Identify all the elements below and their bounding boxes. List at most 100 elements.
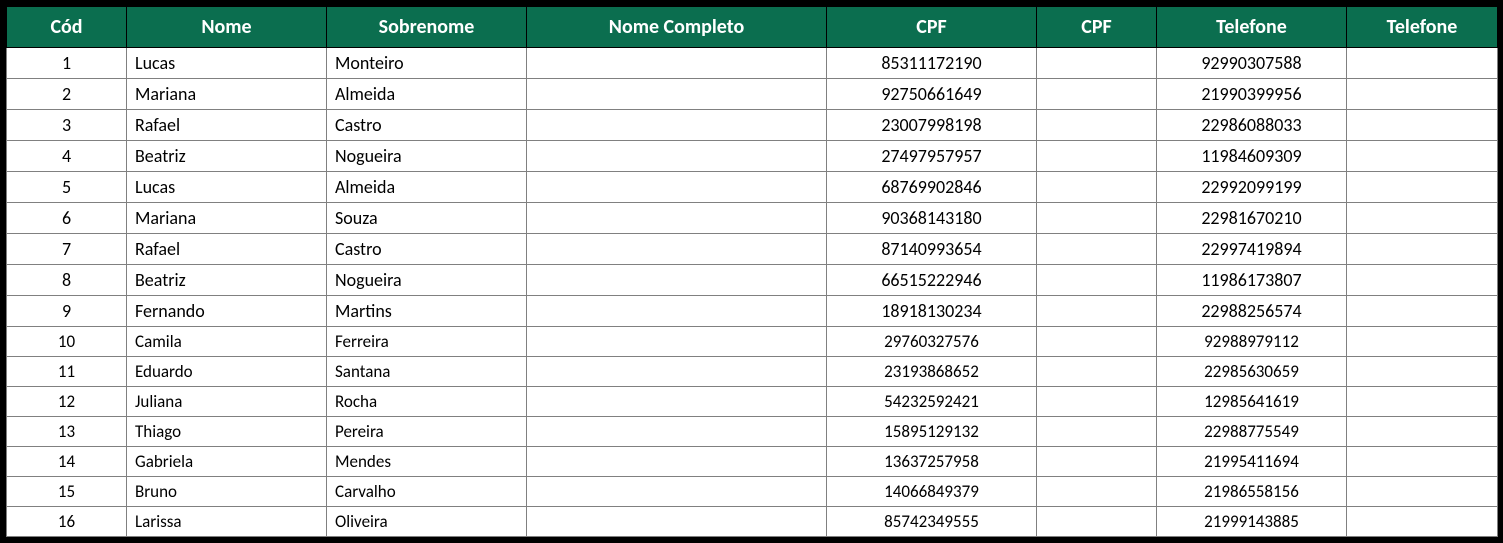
- cell-cod[interactable]: 14: [7, 447, 127, 477]
- cell-nome[interactable]: Mariana: [127, 203, 327, 234]
- cell-telefone-1[interactable]: 92990307588: [1157, 48, 1347, 79]
- cell-nome[interactable]: Gabriela: [127, 447, 327, 477]
- cell-nome[interactable]: Camila: [127, 327, 327, 357]
- cell-cpf-1[interactable]: 14066849379: [827, 477, 1037, 507]
- header-nome[interactable]: Nome: [127, 7, 327, 48]
- cell-cpf-1[interactable]: 15895129132: [827, 417, 1037, 447]
- cell-cpf-1[interactable]: 85742349555: [827, 507, 1037, 537]
- cell-nome-completo[interactable]: [527, 79, 827, 110]
- cell-cpf-2[interactable]: [1037, 79, 1157, 110]
- cell-cpf-1[interactable]: 90368143180: [827, 203, 1037, 234]
- cell-cpf-2[interactable]: [1037, 110, 1157, 141]
- cell-nome-completo[interactable]: [527, 357, 827, 387]
- cell-telefone-1[interactable]: 22985630659: [1157, 357, 1347, 387]
- cell-cpf-1[interactable]: 29760327576: [827, 327, 1037, 357]
- cell-cod[interactable]: 1: [7, 48, 127, 79]
- cell-sobrenome[interactable]: Pereira: [327, 417, 527, 447]
- cell-cod[interactable]: 2: [7, 79, 127, 110]
- cell-nome[interactable]: Larissa: [127, 507, 327, 537]
- header-telefone-1[interactable]: Telefone: [1157, 7, 1347, 48]
- cell-cpf-2[interactable]: [1037, 296, 1157, 327]
- cell-telefone-2[interactable]: [1347, 48, 1498, 79]
- cell-nome-completo[interactable]: [527, 234, 827, 265]
- cell-sobrenome[interactable]: Mendes: [327, 447, 527, 477]
- cell-telefone-1[interactable]: 21990399956: [1157, 79, 1347, 110]
- cell-cpf-1[interactable]: 54232592421: [827, 387, 1037, 417]
- cell-nome[interactable]: Bruno: [127, 477, 327, 507]
- cell-cod[interactable]: 5: [7, 172, 127, 203]
- cell-cpf-2[interactable]: [1037, 265, 1157, 296]
- cell-telefone-2[interactable]: [1347, 79, 1498, 110]
- cell-telefone-1[interactable]: 21999143885: [1157, 507, 1347, 537]
- cell-cod[interactable]: 12: [7, 387, 127, 417]
- cell-nome[interactable]: Eduardo: [127, 357, 327, 387]
- cell-nome[interactable]: Rafael: [127, 234, 327, 265]
- cell-telefone-1[interactable]: 92988979112: [1157, 327, 1347, 357]
- cell-sobrenome[interactable]: Ferreira: [327, 327, 527, 357]
- cell-cpf-1[interactable]: 13637257958: [827, 447, 1037, 477]
- cell-sobrenome[interactable]: Almeida: [327, 79, 527, 110]
- cell-cpf-1[interactable]: 68769902846: [827, 172, 1037, 203]
- cell-cpf-2[interactable]: [1037, 141, 1157, 172]
- cell-cod[interactable]: 11: [7, 357, 127, 387]
- cell-telefone-2[interactable]: [1347, 417, 1498, 447]
- cell-telefone-1[interactable]: 12985641619: [1157, 387, 1347, 417]
- cell-telefone-2[interactable]: [1347, 234, 1498, 265]
- cell-nome-completo[interactable]: [527, 417, 827, 447]
- cell-cod[interactable]: 7: [7, 234, 127, 265]
- cell-telefone-1[interactable]: 21995411694: [1157, 447, 1347, 477]
- cell-cpf-2[interactable]: [1037, 477, 1157, 507]
- cell-telefone-1[interactable]: 21986558156: [1157, 477, 1347, 507]
- cell-cod[interactable]: 3: [7, 110, 127, 141]
- header-sobrenome[interactable]: Sobrenome: [327, 7, 527, 48]
- cell-nome[interactable]: Fernando: [127, 296, 327, 327]
- cell-nome-completo[interactable]: [527, 296, 827, 327]
- cell-nome-completo[interactable]: [527, 387, 827, 417]
- cell-telefone-1[interactable]: 22981670210: [1157, 203, 1347, 234]
- cell-cpf-2[interactable]: [1037, 387, 1157, 417]
- cell-nome-completo[interactable]: [527, 172, 827, 203]
- cell-telefone-2[interactable]: [1347, 327, 1498, 357]
- cell-sobrenome[interactable]: Nogueira: [327, 265, 527, 296]
- cell-nome-completo[interactable]: [527, 477, 827, 507]
- cell-telefone-1[interactable]: 22988775549: [1157, 417, 1347, 447]
- cell-cpf-2[interactable]: [1037, 447, 1157, 477]
- cell-telefone-2[interactable]: [1347, 203, 1498, 234]
- cell-cod[interactable]: 13: [7, 417, 127, 447]
- cell-cpf-1[interactable]: 27497957957: [827, 141, 1037, 172]
- cell-sobrenome[interactable]: Carvalho: [327, 477, 527, 507]
- cell-nome[interactable]: Thiago: [127, 417, 327, 447]
- cell-sobrenome[interactable]: Souza: [327, 203, 527, 234]
- cell-telefone-2[interactable]: [1347, 507, 1498, 537]
- header-cod[interactable]: Cód: [7, 7, 127, 48]
- cell-cpf-2[interactable]: [1037, 48, 1157, 79]
- cell-sobrenome[interactable]: Rocha: [327, 387, 527, 417]
- cell-sobrenome[interactable]: Martins: [327, 296, 527, 327]
- cell-sobrenome[interactable]: Santana: [327, 357, 527, 387]
- cell-cpf-1[interactable]: 92750661649: [827, 79, 1037, 110]
- cell-telefone-2[interactable]: [1347, 172, 1498, 203]
- cell-telefone-1[interactable]: 22997419894: [1157, 234, 1347, 265]
- cell-cpf-2[interactable]: [1037, 203, 1157, 234]
- cell-nome[interactable]: Rafael: [127, 110, 327, 141]
- cell-nome-completo[interactable]: [527, 265, 827, 296]
- cell-nome[interactable]: Mariana: [127, 79, 327, 110]
- cell-cpf-1[interactable]: 23193868652: [827, 357, 1037, 387]
- cell-cod[interactable]: 16: [7, 507, 127, 537]
- cell-cod[interactable]: 4: [7, 141, 127, 172]
- header-cpf-2[interactable]: CPF: [1037, 7, 1157, 48]
- cell-cpf-1[interactable]: 23007998198: [827, 110, 1037, 141]
- cell-nome[interactable]: Juliana: [127, 387, 327, 417]
- cell-cod[interactable]: 8: [7, 265, 127, 296]
- cell-nome[interactable]: Beatriz: [127, 141, 327, 172]
- cell-sobrenome[interactable]: Monteiro: [327, 48, 527, 79]
- cell-cpf-2[interactable]: [1037, 327, 1157, 357]
- cell-telefone-2[interactable]: [1347, 110, 1498, 141]
- cell-cpf-2[interactable]: [1037, 172, 1157, 203]
- cell-nome-completo[interactable]: [527, 327, 827, 357]
- cell-nome[interactable]: Lucas: [127, 172, 327, 203]
- cell-telefone-2[interactable]: [1347, 447, 1498, 477]
- cell-telefone-2[interactable]: [1347, 387, 1498, 417]
- cell-telefone-2[interactable]: [1347, 265, 1498, 296]
- cell-cpf-1[interactable]: 85311172190: [827, 48, 1037, 79]
